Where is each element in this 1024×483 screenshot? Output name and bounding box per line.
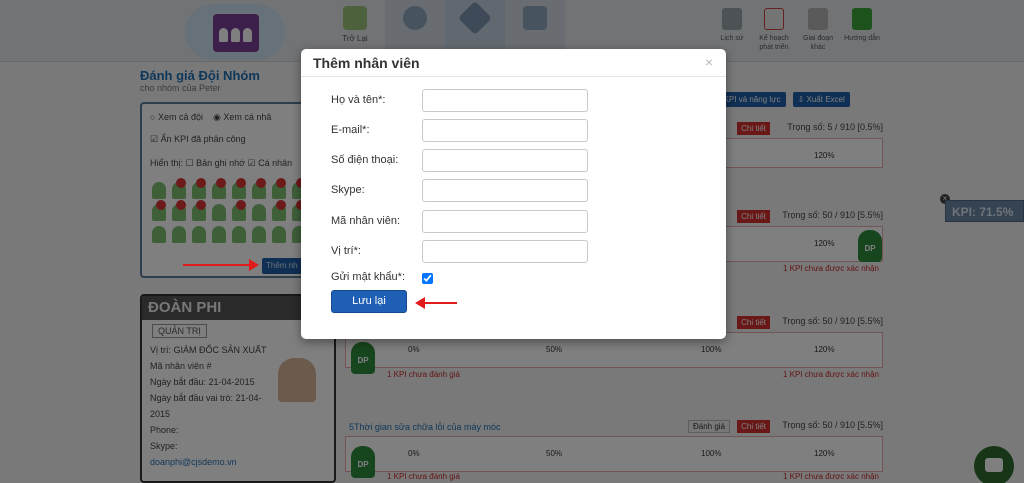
phone-input[interactable]	[422, 149, 588, 172]
full-name-label: Họ và tên*:	[331, 94, 386, 106]
full-name-input[interactable]	[422, 89, 588, 112]
phone-label: Số điện thoại:	[331, 154, 399, 166]
add-employee-modal: Thêm nhân viên × Họ và tên*: E-mail*: Số…	[301, 49, 726, 339]
send-password-label: Gửi mật khẩu*:	[331, 271, 406, 283]
position-input[interactable]	[422, 240, 588, 263]
email-row: E-mail*:	[331, 119, 691, 143]
modal-title: Thêm nhân viên	[313, 55, 420, 71]
annotation-arrow	[415, 297, 457, 309]
modal-header: Thêm nhân viên ×	[301, 49, 726, 77]
employee-id-row: Mã nhân viên:	[331, 210, 691, 234]
employee-id-label: Mã nhân viên:	[331, 215, 401, 227]
send-password-checkbox[interactable]	[422, 273, 433, 284]
phone-row: Số điện thoại:	[331, 149, 691, 173]
position-label: Vị trí*:	[331, 245, 361, 257]
skype-input[interactable]	[422, 179, 588, 202]
skype-row: Skype:	[331, 179, 691, 203]
full-name-row: Họ và tên*:	[331, 89, 691, 113]
save-button[interactable]: Lưu lại	[331, 290, 407, 313]
position-row: Vị trí*:	[331, 240, 691, 264]
close-icon[interactable]: ×	[705, 54, 713, 70]
email-label: E-mail*:	[331, 124, 370, 136]
email-input[interactable]	[422, 119, 588, 142]
annotation-arrow	[183, 259, 259, 271]
send-password-row: Gửi mật khẩu*:	[331, 269, 691, 289]
employee-id-input[interactable]	[422, 210, 588, 233]
skype-label: Skype:	[331, 184, 365, 196]
